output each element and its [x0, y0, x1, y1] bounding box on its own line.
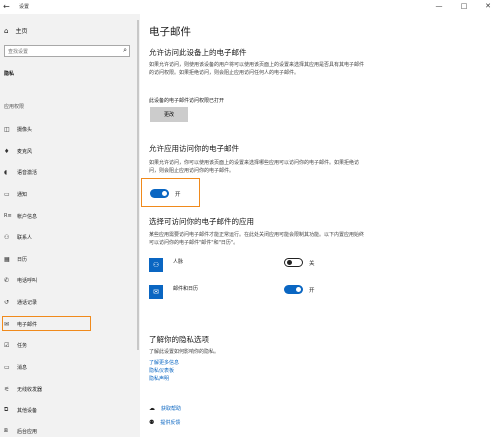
sidebar-item-tasks[interactable]: ☑ 任务: [4, 339, 134, 351]
sidebar-item-radios[interactable]: ⚟ 无线收发器: [4, 383, 134, 395]
close-button[interactable]: ✕: [482, 2, 494, 11]
sidebar-item-label: 电话呼叫: [17, 277, 38, 284]
sidebar-item-label: 后台应用: [17, 428, 38, 435]
sidebar-item-label: 麦克风: [17, 148, 33, 155]
people-app-toggle[interactable]: [284, 258, 303, 267]
feedback-icon: ⚉: [149, 419, 155, 426]
nav-home-label: 主页: [15, 28, 28, 35]
app-access-toggle[interactable]: [150, 189, 169, 198]
account-info-icon: R≡: [4, 213, 12, 219]
microphone-icon: ♦: [4, 147, 10, 155]
sidebar-scrollbar[interactable]: [137, 20, 139, 350]
search-box[interactable]: ⌕: [4, 45, 130, 57]
app-access-heading: 允许应用访问你的电子邮件: [149, 144, 239, 153]
sidebar-item-label: 消息: [17, 364, 28, 371]
other-devices-icon: ⧉: [4, 406, 9, 413]
sidebar-item-label: 通话记录: [17, 299, 38, 306]
mail-calendar-app-toggle[interactable]: [284, 285, 303, 294]
sidebar-item-label: 其他设备: [17, 407, 38, 414]
privacy-statement-link[interactable]: 隐私声明: [149, 375, 169, 382]
sidebar-item-label: 摄像头: [17, 126, 33, 133]
sidebar-item-label: 通知: [17, 191, 28, 198]
sidebar-item-label: 语音激活: [17, 169, 38, 176]
nav-home[interactable]: ⌂ 主页: [4, 26, 28, 36]
mail-calendar-app-icon: ✉: [149, 285, 163, 299]
sidebar-item-account-info[interactable]: R≡ 帐户信息: [4, 210, 134, 222]
category-heading: 隐私: [4, 71, 15, 77]
learn-privacy-description: 了解此设置如何影响你的隐私。: [149, 349, 220, 355]
sidebar-item-voice-activation[interactable]: ◖ 语音激活: [4, 166, 134, 178]
give-feedback-link[interactable]: ⚉ 提供反馈: [149, 419, 180, 426]
learn-privacy-heading: 了解你的隐私选项: [149, 335, 209, 344]
messaging-icon: ▭: [4, 363, 10, 371]
people-app-icon: ⚇: [149, 258, 163, 272]
privacy-dashboard-link[interactable]: 隐私仪表板: [149, 367, 174, 374]
sidebar-item-label: 任务: [17, 342, 28, 349]
get-help-label: 获取帮助: [161, 406, 182, 412]
people-app-toggle-label: 关: [309, 261, 315, 267]
call-history-icon: ↺: [4, 298, 10, 306]
sidebar-item-label: 无线收发器: [17, 386, 43, 393]
search-icon[interactable]: ⌕: [123, 46, 127, 55]
sidebar-item-other-devices[interactable]: ⧉ 其他设备: [4, 404, 134, 416]
mail-calendar-app-toggle-label: 开: [309, 288, 315, 294]
sidebar-item-label: 日历: [17, 256, 28, 263]
window-title: 设置: [19, 4, 30, 10]
page-title: 电子邮件: [149, 26, 191, 38]
email-selection-highlight: [2, 316, 91, 331]
sidebar-item-microphone[interactable]: ♦ 麦克风: [4, 145, 134, 157]
contacts-icon: ⚇: [4, 233, 10, 241]
search-input[interactable]: [8, 48, 113, 55]
choose-apps-description: 某些应用需要访问电子邮件才能正常运行。在此处关闭应用可能会限制其功能。以下内置应…: [149, 232, 365, 246]
get-help-link[interactable]: ☁ 获取帮助: [149, 405, 181, 412]
app-access-description: 如果允许访问，你可以使用该页面上的设置来选择哪些应用可以访问你的电子邮件。如果拒…: [149, 160, 360, 174]
home-icon: ⌂: [4, 26, 9, 35]
toggle-knob: [286, 260, 292, 266]
app-name: 邮件和日历: [173, 286, 199, 292]
back-button[interactable]: ←: [3, 2, 10, 11]
sidebar-item-phone-calls[interactable]: ✆ 电话呼叫: [4, 274, 134, 286]
sidebar-item-contacts[interactable]: ⚇ 联系人: [4, 231, 134, 243]
learn-more-link[interactable]: 了解更多信息: [149, 359, 179, 366]
sidebar-item-camera[interactable]: ◫ 摄像头: [4, 123, 134, 135]
sidebar-item-label: 帐户信息: [17, 213, 38, 220]
sidebar-item-calendar[interactable]: ▦ 日历: [4, 253, 134, 265]
sidebar: [0, 14, 140, 437]
title-bar: [0, 0, 500, 14]
help-icon: ☁: [149, 405, 155, 412]
camera-icon: ◫: [4, 125, 10, 133]
sidebar-item-notifications[interactable]: ▭ 通知: [4, 188, 134, 200]
voice-icon: ◖: [4, 168, 8, 176]
device-access-description: 如果允许访问，则使用该设备的用户将可以使用该页面上的设置来选择其应用是否具有其电…: [149, 62, 365, 76]
device-access-status: 此设备的电子邮件访问权限已打开: [149, 98, 225, 104]
notification-icon: ▭: [4, 190, 10, 198]
toggle-knob: [161, 191, 167, 196]
calendar-icon: ▦: [4, 255, 10, 263]
sidebar-item-label: 联系人: [17, 234, 33, 241]
tasks-icon: ☑: [4, 341, 10, 349]
toggle-knob: [295, 287, 301, 292]
sidebar-item-messaging[interactable]: ▭ 消息: [4, 361, 134, 373]
maximize-button[interactable]: □: [458, 2, 470, 11]
phone-icon: ✆: [4, 276, 10, 284]
app-access-toggle-label: 开: [175, 192, 181, 198]
choose-apps-heading: 选择可访问你的电子邮件的应用: [149, 217, 254, 226]
sidebar-item-background-apps[interactable]: ⧈ 后台应用: [4, 425, 134, 437]
sidebar-item-call-history[interactable]: ↺ 通话记录: [4, 296, 134, 308]
background-apps-icon: ⧈: [4, 427, 8, 434]
minimize-button[interactable]: —: [433, 2, 445, 11]
app-name: 人脉: [173, 259, 184, 265]
device-access-heading: 允许访问此设备上的电子邮件: [149, 48, 247, 57]
give-feedback-label: 提供反馈: [160, 420, 181, 426]
section-heading-app-permissions: 应用权限: [4, 104, 25, 110]
radios-icon: ⚟: [4, 385, 10, 393]
change-button[interactable]: 更改: [150, 107, 188, 122]
